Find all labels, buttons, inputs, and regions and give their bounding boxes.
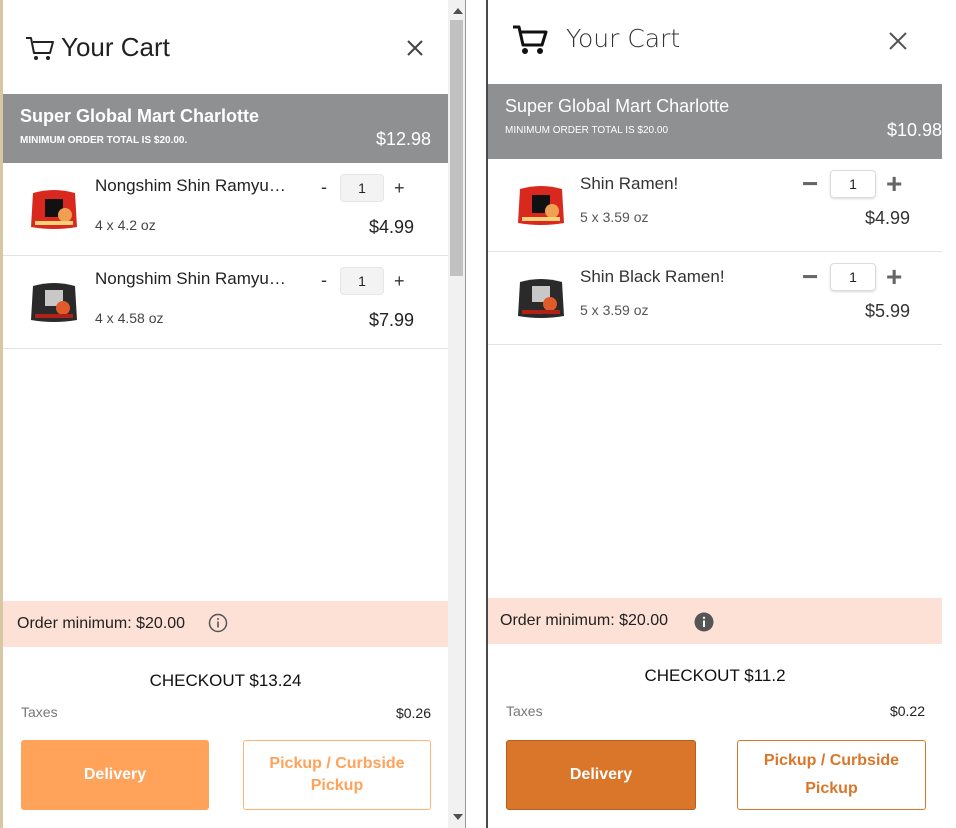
item-size: 5 x 3.59 oz	[580, 302, 649, 318]
cart-panel-left: Your Cart Super Global Mart Charlotte MI…	[3, 0, 448, 828]
delivery-button-label: Delivery	[569, 766, 633, 783]
store-name: Super Global Mart Charlotte	[505, 96, 730, 116]
info-icon[interactable]	[694, 612, 714, 637]
item-name[interactable]: Shin Ramen!	[580, 174, 678, 194]
cart-title: Your Cart	[61, 32, 170, 62]
pickup-label-line1: Pickup / Curbside	[269, 755, 405, 772]
quantity-increase-button[interactable]: +	[394, 271, 405, 292]
quantity-input[interactable]: 1	[340, 267, 384, 295]
delivery-button-label: Delivery	[83, 766, 147, 783]
quantity-input[interactable]: 1	[830, 170, 876, 198]
background-page-sliver-middle	[466, 0, 486, 828]
ramen-package-icon	[514, 181, 568, 229]
scroll-down-arrow-icon[interactable]	[453, 814, 463, 820]
quantity-increase-button[interactable]: +	[886, 168, 902, 200]
taxes-value: $0.26	[395, 705, 431, 721]
item-name[interactable]: Nongshim Shin Ramyu…	[95, 176, 286, 196]
pickup-label-line2: Pickup	[310, 777, 364, 794]
order-minimum-banner: Order minimum: $20.00	[3, 601, 448, 647]
pickup-label-line1: Pickup / Curbside	[763, 752, 900, 769]
delivery-button[interactable]: Delivery	[21, 740, 209, 810]
store-bar: Super Global Mart Charlotte MINIMUM ORDE…	[3, 94, 448, 163]
cart-item: Shin Ramen! 5 x 3.59 oz − 1 + $4.99	[488, 159, 942, 252]
pickup-button[interactable]: Pickup / Curbside Pickup	[737, 740, 926, 810]
item-price: $7.99	[368, 310, 414, 330]
order-minimum-text: Order minimum: $20.00	[500, 612, 669, 629]
order-minimum-banner: Order minimum: $20.00	[488, 598, 942, 644]
cart-icon	[512, 24, 548, 61]
info-icon[interactable]	[208, 613, 228, 638]
item-price: $4.99	[864, 208, 910, 228]
item-price: $4.99	[368, 217, 414, 237]
item-size: 5 x 3.59 oz	[580, 209, 649, 225]
cart-item: Nongshim Shin Ramyu… 4 x 4.2 oz - 1 + $4…	[3, 163, 448, 256]
window-divider-left	[465, 0, 466, 828]
quantity-increase-button[interactable]: +	[886, 261, 902, 293]
quantity-increase-button[interactable]: +	[394, 178, 405, 199]
pickup-button[interactable]: Pickup / Curbside Pickup	[243, 740, 431, 810]
quantity-decrease-button[interactable]: −	[802, 261, 818, 293]
store-subtotal: $12.98	[375, 129, 431, 149]
item-size: 4 x 4.58 oz	[95, 310, 164, 326]
delivery-button[interactable]: Delivery	[506, 740, 696, 810]
store-subtotal: $10.98	[886, 120, 942, 140]
quantity-decrease-button[interactable]: −	[802, 168, 818, 200]
ramen-package-icon	[27, 278, 81, 326]
cart-header: Your Cart	[488, 0, 942, 84]
order-minimum-text: Order minimum: $20.00	[17, 615, 186, 632]
scrollbar-thumb[interactable]	[450, 20, 463, 276]
cart-header: Your Cart	[3, 0, 448, 94]
store-bar: Super Global Mart Charlotte MINIMUM ORDE…	[488, 84, 942, 159]
close-icon[interactable]	[888, 31, 908, 56]
cart-item: Nongshim Shin Ramyu… 4 x 4.58 oz - 1 + $…	[3, 256, 448, 349]
taxes-value: $0.22	[889, 703, 925, 719]
pickup-label-line2: Pickup	[805, 780, 858, 797]
item-price: $5.99	[864, 301, 910, 321]
close-icon[interactable]	[407, 40, 423, 61]
quantity-input[interactable]: 1	[830, 263, 876, 291]
ramen-package-icon	[27, 185, 81, 233]
item-name[interactable]: Nongshim Shin Ramyu…	[95, 269, 286, 289]
cart-item: Shin Black Ramen! 5 x 3.59 oz − 1 + $5.9…	[488, 252, 942, 345]
checkout-total: CHECKOUT $13.24	[149, 671, 302, 690]
cart-title: Your Cart	[566, 24, 681, 53]
item-size: 4 x 4.2 oz	[95, 217, 156, 233]
pickup-button-label: Pickup / Curbside Pickup	[764, 747, 899, 803]
item-name[interactable]: Shin Black Ramen!	[580, 267, 725, 287]
quantity-input[interactable]: 1	[340, 174, 384, 202]
cart-icon	[25, 36, 55, 67]
pickup-button-label: Pickup / Curbside Pickup	[269, 753, 404, 797]
ramen-package-icon	[514, 274, 568, 322]
store-minimum-note: MINIMUM ORDER TOTAL IS $20.00.	[20, 135, 188, 146]
quantity-decrease-button[interactable]: -	[321, 177, 327, 198]
cart-panel-right: Your Cart Super Global Mart Charlotte MI…	[488, 0, 942, 828]
quantity-decrease-button[interactable]: -	[321, 270, 327, 291]
store-name: Super Global Mart Charlotte	[20, 106, 260, 126]
taxes-label: Taxes	[506, 703, 543, 719]
store-minimum-note: MINIMUM ORDER TOTAL IS $20.00	[505, 125, 669, 136]
checkout-total: CHECKOUT $11.2	[644, 666, 786, 685]
scroll-up-arrow-icon[interactable]	[453, 8, 463, 14]
background-page-sliver-right	[942, 0, 956, 828]
taxes-label: Taxes	[21, 704, 58, 720]
